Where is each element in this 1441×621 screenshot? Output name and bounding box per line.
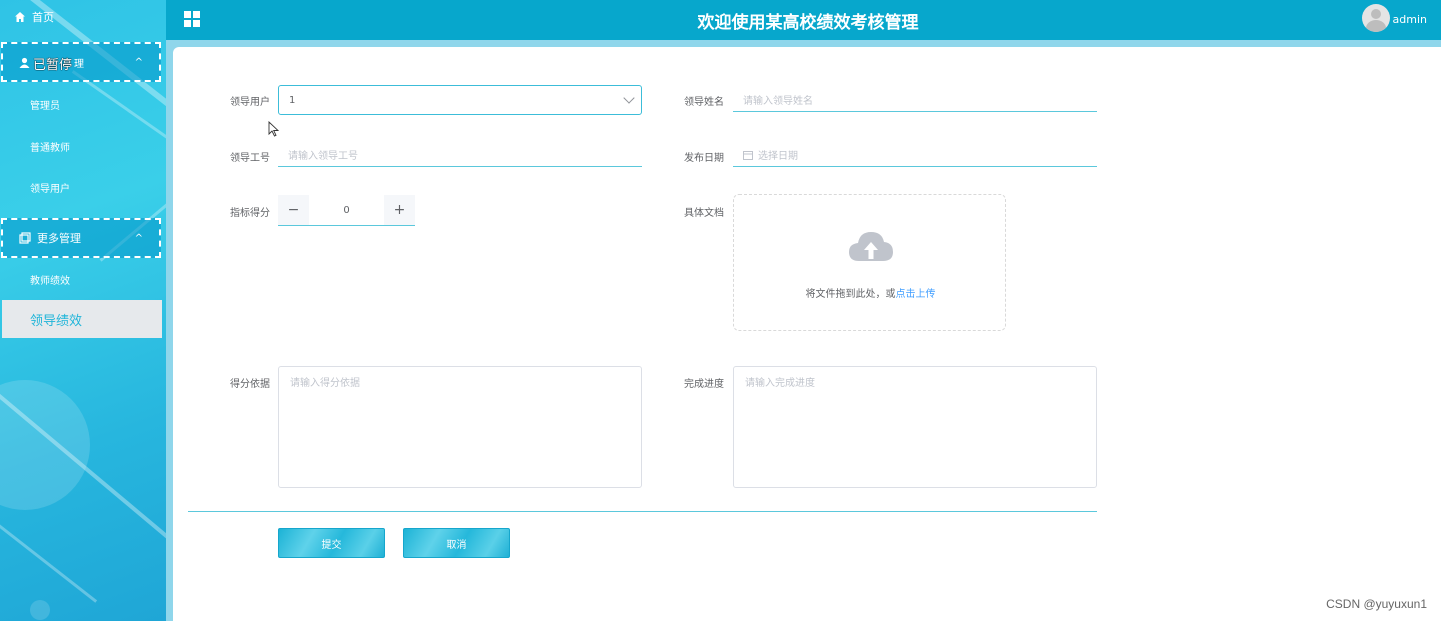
watermark: CSDN @yuyuxun1 [1326, 597, 1427, 611]
divider [188, 511, 1097, 512]
upload-link[interactable]: 点击上传 [896, 289, 936, 300]
sidebar: 首页 已暂停 理 ^ 管理员 普通教师 领导用户 更多管理 ^ 教师绩效 领导绩… [0, 0, 166, 621]
copy-icon [19, 232, 31, 244]
submit-button[interactable]: 提交 [278, 528, 385, 558]
publish-date-label: 发布日期 [684, 153, 724, 164]
leader-name-input[interactable]: 请输入领导姓名 [733, 88, 1097, 112]
sidebar-item-leader-performance[interactable]: 领导绩效 [2, 300, 162, 338]
username-label[interactable]: admin [1393, 13, 1427, 26]
input-placeholder: 请输入领导工号 [288, 151, 358, 162]
publish-date-picker[interactable]: 选择日期 [733, 143, 1097, 167]
chevron-down-icon [623, 92, 635, 104]
input-placeholder: 选择日期 [758, 151, 798, 162]
user-icon [19, 57, 30, 68]
sidebar-group-more[interactable]: 更多管理 ^ [1, 218, 161, 258]
top-header: 欢迎使用某高校绩效考核管理 admin [166, 0, 1441, 40]
sidebar-item-admin[interactable]: 管理员 [30, 97, 60, 112]
decrease-button[interactable]: − [278, 195, 309, 225]
avatar[interactable] [1362, 4, 1390, 32]
basis-textarea[interactable]: 请输入得分依据 [278, 366, 642, 488]
input-placeholder: 请输入领导姓名 [743, 96, 813, 107]
cancel-button[interactable]: 取消 [403, 528, 510, 558]
sidebar-item-label: 首页 [32, 11, 54, 24]
sidebar-item-home[interactable]: 首页 [0, 0, 166, 34]
leader-user-label: 领导用户 [230, 97, 270, 108]
score-stepper[interactable]: − 0 + [278, 195, 415, 226]
leader-id-input[interactable]: 请输入领导工号 [278, 143, 642, 167]
sidebar-item-leader-user[interactable]: 领导用户 [30, 180, 70, 195]
textarea-placeholder: 请输入完成进度 [745, 378, 815, 389]
calendar-icon [743, 150, 753, 160]
home-icon [15, 12, 25, 22]
leader-id-label: 领导工号 [230, 153, 270, 164]
cloud-upload-icon [849, 232, 893, 261]
leader-user-select[interactable]: 1 [278, 85, 642, 115]
increase-button[interactable]: + [384, 195, 415, 225]
sidebar-group-label: 已暂停 [33, 58, 73, 73]
sidebar-group-label: 更多管理 [37, 232, 81, 245]
sidebar-group-users[interactable]: 已暂停 理 ^ [1, 42, 161, 82]
document-label: 具体文档 [684, 208, 724, 219]
score-label: 指标得分 [230, 208, 270, 219]
chevron-up-icon: ^ [134, 57, 143, 68]
sidebar-item-label: 领导绩效 [30, 313, 83, 329]
leader-name-label: 领导姓名 [684, 97, 724, 108]
sidebar-item-teacher[interactable]: 普通教师 [30, 139, 70, 154]
upload-dropzone[interactable]: 将文件拖到此处，或点击上传 [733, 194, 1006, 331]
page-title: 欢迎使用某高校绩效考核管理 [697, 13, 919, 33]
score-value[interactable]: 0 [309, 195, 384, 225]
basis-label: 得分依据 [230, 379, 270, 390]
chevron-up-icon: ^ [134, 233, 143, 244]
upload-hint: 将文件拖到此处，或点击上传 [805, 289, 936, 300]
select-value: 1 [289, 94, 296, 106]
sidebar-item-teacher-performance[interactable]: 教师绩效 [30, 272, 70, 287]
textarea-placeholder: 请输入得分依据 [290, 378, 360, 389]
mouse-cursor-icon [268, 121, 279, 137]
progress-textarea[interactable]: 请输入完成进度 [733, 366, 1097, 488]
progress-label: 完成进度 [684, 379, 724, 390]
